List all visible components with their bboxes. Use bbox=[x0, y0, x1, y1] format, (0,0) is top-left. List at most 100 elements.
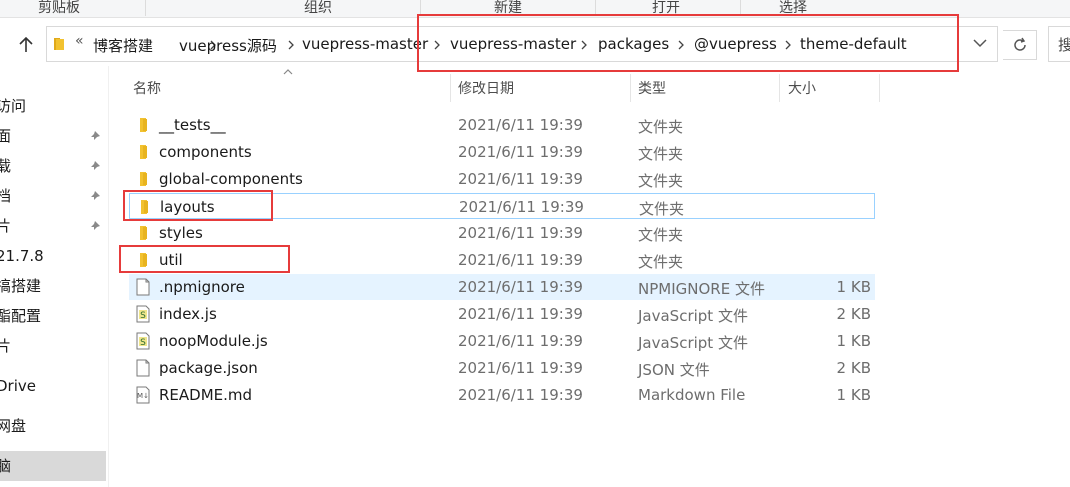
file-name: index.js bbox=[159, 305, 217, 323]
file-type: 文件夹 bbox=[638, 145, 684, 163]
file-row[interactable]: global-components 2021/6/11 19:39 文件夹 bbox=[129, 166, 875, 192]
file-icon bbox=[136, 278, 150, 296]
address-bar[interactable]: « 博客搭建 vuepress源码 vuepress-master vuepre… bbox=[46, 26, 998, 62]
file-size: 1 KB bbox=[836, 278, 871, 296]
file-name: global-components bbox=[159, 170, 303, 188]
file-size: 1 KB bbox=[836, 386, 871, 404]
ribbon-group-new: 新建 bbox=[494, 0, 522, 16]
file-modified-date: 2021/6/11 19:39 bbox=[459, 198, 584, 216]
chevron-down-icon[interactable] bbox=[973, 38, 987, 48]
file-type: Markdown File bbox=[638, 386, 746, 404]
file-modified-date: 2021/6/11 19:39 bbox=[458, 305, 583, 323]
file-name: noopModule.js bbox=[159, 332, 268, 350]
search-box-label: 搜 bbox=[1058, 36, 1070, 54]
file-row[interactable]: styles 2021/6/11 19:39 文件夹 bbox=[129, 220, 875, 246]
nav-item-label: 酯配置 bbox=[0, 307, 42, 325]
nav-item-label: 搞搭建 bbox=[0, 277, 42, 295]
file-type: 文件夹 bbox=[638, 253, 684, 271]
nav-item[interactable]: 面 bbox=[0, 121, 106, 151]
breadcrumb-overflow-button[interactable]: « bbox=[75, 33, 84, 49]
nav-item[interactable]: 片 bbox=[0, 331, 106, 361]
file-row[interactable]: package.json 2021/6/11 19:39 JSON 文件 2 KB bbox=[129, 355, 875, 381]
column-divider[interactable] bbox=[630, 74, 631, 102]
nav-item[interactable]: 脑 bbox=[0, 451, 106, 481]
nav-item[interactable]: Drive bbox=[0, 371, 106, 401]
up-button[interactable] bbox=[13, 33, 39, 57]
nav-item-label: 面 bbox=[0, 127, 12, 145]
file-type: 文件夹 bbox=[639, 200, 685, 218]
ribbon-divider bbox=[595, 0, 596, 16]
pin-icon bbox=[91, 191, 100, 200]
column-divider[interactable] bbox=[779, 74, 780, 102]
nav-item[interactable]: 网盘 bbox=[0, 411, 106, 441]
chevron-right-icon[interactable] bbox=[580, 40, 588, 50]
pin-icon bbox=[91, 161, 100, 170]
column-header-date[interactable]: 修改日期 bbox=[458, 78, 514, 100]
breadcrumb-item[interactable]: 博客搭建 bbox=[93, 35, 153, 56]
column-header-name[interactable]: 名称 bbox=[133, 78, 161, 100]
nav-item-label: 网盘 bbox=[0, 417, 27, 435]
file-modified-date: 2021/6/11 19:39 bbox=[458, 224, 583, 242]
breadcrumb-item[interactable]: vuepress-master bbox=[302, 35, 428, 53]
breadcrumb-current[interactable]: theme-default bbox=[800, 35, 907, 53]
ribbon-group-open: 打开 bbox=[652, 0, 680, 16]
file-type: JSON 文件 bbox=[638, 361, 710, 379]
js-file-icon: S bbox=[136, 332, 150, 350]
file-row[interactable]: util 2021/6/11 19:39 文件夹 bbox=[129, 247, 875, 273]
breadcrumb-item[interactable]: vuepress源码 bbox=[179, 35, 277, 56]
file-size: 1 KB bbox=[836, 332, 871, 350]
folder-icon bbox=[140, 172, 147, 186]
folder-icon bbox=[140, 226, 147, 240]
nav-item[interactable]: 21.7.8 bbox=[0, 241, 106, 271]
file-size: 2 KB bbox=[836, 359, 871, 377]
file-type: 文件夹 bbox=[638, 226, 684, 244]
file-row[interactable]: components 2021/6/11 19:39 文件夹 bbox=[129, 139, 875, 165]
file-row[interactable]: Sindex.js 2021/6/11 19:39 JavaScript 文件 2 K… bbox=[129, 301, 875, 327]
file-row[interactable]: __tests__ 2021/6/11 19:39 文件夹 bbox=[129, 112, 875, 138]
ribbon-group-organize: 组织 bbox=[304, 0, 332, 16]
arrow-up-icon bbox=[19, 37, 33, 52]
file-size: 2 KB bbox=[836, 305, 871, 323]
folder-icon bbox=[141, 200, 148, 214]
nav-item[interactable]: 酯配置 bbox=[0, 301, 106, 331]
svg-text:M↓: M↓ bbox=[137, 392, 149, 400]
chevron-right-icon[interactable] bbox=[433, 40, 441, 50]
file-modified-date: 2021/6/11 19:39 bbox=[458, 170, 583, 188]
file-row[interactable]: .npmignore 2021/6/11 19:39 NPMIGNORE 文件 1 K… bbox=[129, 274, 875, 300]
file-type: 文件夹 bbox=[638, 118, 684, 136]
markdown-file-icon: M↓ bbox=[136, 386, 150, 404]
chevron-right-icon[interactable] bbox=[677, 40, 685, 50]
nav-item[interactable]: 片 bbox=[0, 211, 106, 241]
nav-item[interactable]: 档 bbox=[0, 181, 106, 211]
nav-item-label: 片 bbox=[0, 217, 12, 235]
pane-divider bbox=[108, 66, 109, 487]
refresh-button[interactable] bbox=[1003, 30, 1037, 60]
file-modified-date: 2021/6/11 19:39 bbox=[458, 332, 583, 350]
svg-text:S: S bbox=[140, 338, 146, 348]
file-modified-date: 2021/6/11 19:39 bbox=[458, 116, 583, 134]
chevron-right-icon[interactable] bbox=[287, 40, 295, 50]
nav-item[interactable]: 访问 bbox=[0, 91, 106, 121]
nav-item[interactable]: 载 bbox=[0, 151, 106, 181]
ribbon-group-labels: 剪贴板 组织 新建 打开 选择 bbox=[0, 0, 1070, 18]
svg-text:S: S bbox=[140, 311, 146, 321]
column-header-size[interactable]: 大小 bbox=[788, 78, 816, 100]
column-header-type[interactable]: 类型 bbox=[638, 78, 666, 100]
file-type: NPMIGNORE 文件 bbox=[638, 280, 765, 298]
file-row[interactable]: SnoopModule.js 2021/6/11 19:39 JavaScript … bbox=[129, 328, 875, 354]
breadcrumb-item[interactable]: @vuepress bbox=[694, 35, 777, 53]
file-row[interactable]: M↓ README.md 2021/6/11 19:39 Markdown File 1… bbox=[129, 382, 875, 408]
file-row[interactable]: layouts 2021/6/11 19:39 文件夹 bbox=[129, 193, 875, 219]
nav-item-label: 档 bbox=[0, 187, 12, 205]
column-divider[interactable] bbox=[450, 74, 451, 102]
nav-item-label: 脑 bbox=[0, 457, 12, 475]
chevron-right-icon[interactable] bbox=[784, 40, 792, 50]
nav-item[interactable]: 搞搭建 bbox=[0, 271, 106, 301]
search-box[interactable]: 搜 bbox=[1048, 26, 1070, 62]
file-name: components bbox=[159, 143, 252, 161]
breadcrumb-item[interactable]: packages bbox=[598, 35, 669, 53]
ribbon-divider bbox=[740, 0, 741, 16]
column-divider[interactable] bbox=[879, 74, 880, 102]
file-type: JavaScript 文件 bbox=[638, 334, 748, 352]
breadcrumb-item[interactable]: vuepress-master bbox=[450, 35, 576, 53]
